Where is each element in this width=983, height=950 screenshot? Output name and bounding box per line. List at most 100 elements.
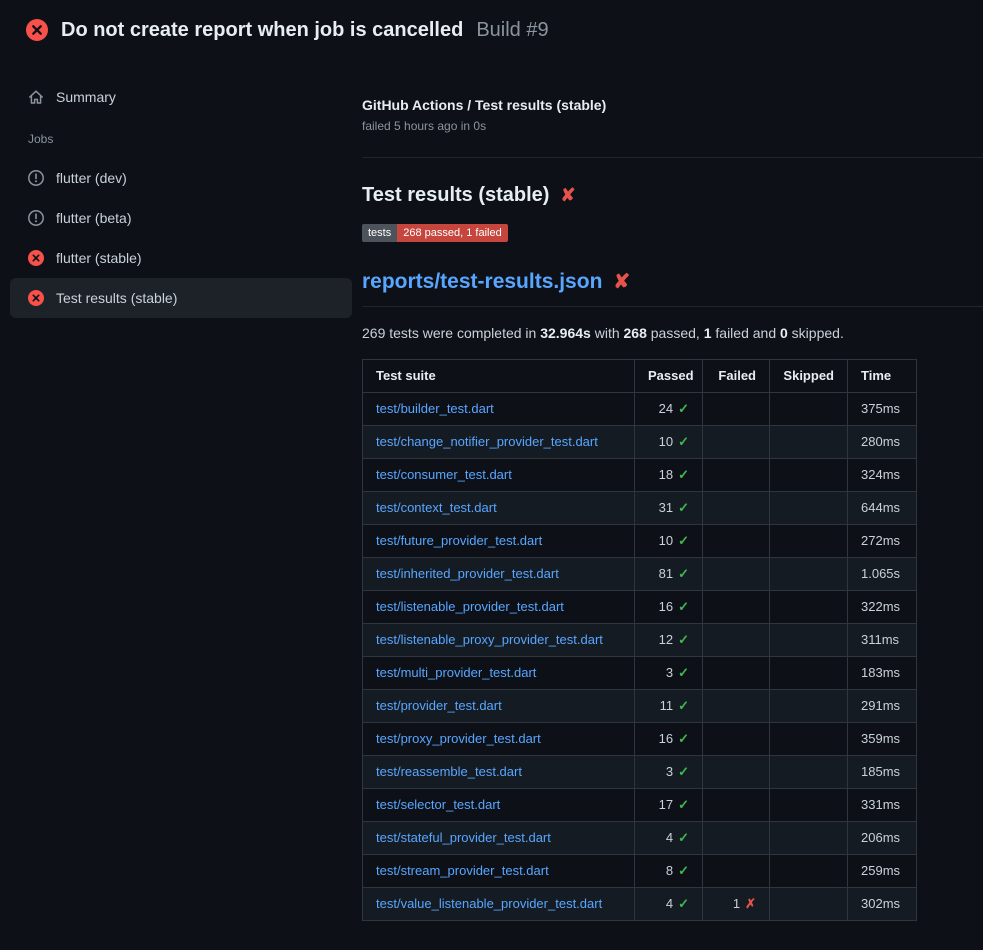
test-suite-link[interactable]: test/context_test.dart <box>376 500 497 515</box>
failed-cell <box>703 426 770 459</box>
section-heading: Test results (stable) ✘ <box>362 182 983 208</box>
passed-count: 4 <box>666 830 673 845</box>
passed-count: 3 <box>666 764 673 779</box>
test-suite-link[interactable]: test/value_listenable_provider_test.dart <box>376 896 602 911</box>
failed-cell <box>703 393 770 426</box>
sidebar-job-test-results-stable[interactable]: Test results (stable) <box>10 278 352 318</box>
test-suite-link[interactable]: test/proxy_provider_test.dart <box>376 731 541 746</box>
check-icon: ✓ <box>678 467 689 482</box>
skipped-cell <box>770 459 848 492</box>
summary-text: failed and <box>712 325 781 341</box>
test-suite-link[interactable]: test/reassemble_test.dart <box>376 764 522 779</box>
sidebar-job-flutter-stable[interactable]: flutter (stable) <box>10 238 352 278</box>
suite-cell: test/change_notifier_provider_test.dart <box>363 426 635 459</box>
test-suite-link[interactable]: test/listenable_proxy_provider_test.dart <box>376 632 603 647</box>
summary-sentence: 269 tests were completed in 32.964s with… <box>362 323 983 343</box>
time-cell: 375ms <box>848 393 917 426</box>
table-row: test/inherited_provider_test.dart81✓1.06… <box>363 558 917 591</box>
passed-cell: 3✓ <box>635 657 703 690</box>
sidebar-item-summary[interactable]: Summary <box>10 78 352 116</box>
time-cell: 359ms <box>848 723 917 756</box>
page-layout: Summary Jobs flutter (dev)flutter (beta)… <box>0 60 983 921</box>
test-suite-link[interactable]: test/stateful_provider_test.dart <box>376 830 551 845</box>
failed-cell <box>703 723 770 756</box>
check-icon: ✓ <box>678 731 689 746</box>
sidebar-job-flutter-dev[interactable]: flutter (dev) <box>10 158 352 198</box>
test-suite-link[interactable]: test/selector_test.dart <box>376 797 500 812</box>
failed-status-icon <box>26 19 48 41</box>
time-cell: 324ms <box>848 459 917 492</box>
failed-cell <box>703 459 770 492</box>
failed-cell <box>703 756 770 789</box>
passed-cell: 10✓ <box>635 525 703 558</box>
test-suite-link[interactable]: test/future_provider_test.dart <box>376 533 542 548</box>
skipped-cell <box>770 888 848 921</box>
passed-cell: 12✓ <box>635 624 703 657</box>
summary-label: Summary <box>56 89 116 105</box>
failed-cell: 1✗ <box>703 888 770 921</box>
passed-count: 11 <box>660 698 674 713</box>
passed-cell: 17✓ <box>635 789 703 822</box>
skipped-cell <box>770 426 848 459</box>
test-suite-link[interactable]: test/multi_provider_test.dart <box>376 665 536 680</box>
suite-cell: test/value_listenable_provider_test.dart <box>363 888 635 921</box>
suite-cell: test/consumer_test.dart <box>363 459 635 492</box>
check-icon: ✓ <box>678 797 689 812</box>
time-cell: 1.065s <box>848 558 917 591</box>
check-icon: ✓ <box>678 434 689 449</box>
table-row: test/stream_provider_test.dart8✓259ms <box>363 855 917 888</box>
suite-cell: test/reassemble_test.dart <box>363 756 635 789</box>
time-cell: 322ms <box>848 591 917 624</box>
time-cell: 206ms <box>848 822 917 855</box>
status-failed-icon <box>28 250 44 266</box>
test-table-body: test/builder_test.dart 24✓ 375ms test/chang… <box>363 393 917 921</box>
run-title: Do not create report when job is cancell… <box>61 19 463 42</box>
check-icon: ✓ <box>678 401 689 416</box>
passed-count: 4 <box>666 896 673 911</box>
suite-cell: test/listenable_provider_test.dart <box>363 591 635 624</box>
test-suite-link[interactable]: test/change_notifier_provider_test.dart <box>376 434 598 449</box>
suite-cell: test/stateful_provider_test.dart <box>363 822 635 855</box>
build-number: Build #9 <box>476 19 548 42</box>
test-suite-link[interactable]: test/builder_test.dart <box>376 401 494 416</box>
test-suite-link[interactable]: test/listenable_provider_test.dart <box>376 599 564 614</box>
report-file-link[interactable]: reports/test-results.json <box>362 268 602 296</box>
job-label: flutter (dev) <box>56 170 127 186</box>
skipped-cell <box>770 624 848 657</box>
failed-cell <box>703 591 770 624</box>
failed-cell <box>703 822 770 855</box>
skipped-cell <box>770 657 848 690</box>
status-cancelled-icon <box>28 210 44 226</box>
skipped-cell <box>770 756 848 789</box>
time-cell: 280ms <box>848 426 917 459</box>
time-cell: 644ms <box>848 492 917 525</box>
suite-cell: test/inherited_provider_test.dart <box>363 558 635 591</box>
passed-count: 81 <box>659 566 673 581</box>
passed-cell: 24✓ <box>635 393 703 426</box>
time-cell: 272ms <box>848 525 917 558</box>
passed-count: 12 <box>659 632 673 647</box>
skipped-cell <box>770 492 848 525</box>
header-divider <box>362 157 983 158</box>
skipped-cell <box>770 591 848 624</box>
test-suite-link[interactable]: test/stream_provider_test.dart <box>376 863 549 878</box>
test-results-table: Test suitePassedFailedSkippedTime test/b… <box>362 359 917 921</box>
skipped-cell <box>770 789 848 822</box>
suite-cell: test/multi_provider_test.dart <box>363 657 635 690</box>
failed-cell <box>703 690 770 723</box>
check-icon: ✓ <box>678 599 689 614</box>
passed-count: 10 <box>659 434 673 449</box>
sidebar-job-flutter-beta[interactable]: flutter (beta) <box>10 198 352 238</box>
summary-text: passed, <box>647 325 704 341</box>
test-suite-link[interactable]: test/consumer_test.dart <box>376 467 512 482</box>
check-icon: ✓ <box>678 764 689 779</box>
table-row: test/listenable_proxy_provider_test.dart… <box>363 624 917 657</box>
status-failed-icon <box>28 290 44 306</box>
job-label: flutter (stable) <box>56 250 142 266</box>
failed-cell <box>703 855 770 888</box>
test-suite-link[interactable]: test/inherited_provider_test.dart <box>376 566 559 581</box>
suite-cell: test/future_provider_test.dart <box>363 525 635 558</box>
passed-cell: 18✓ <box>635 459 703 492</box>
test-suite-link[interactable]: test/provider_test.dart <box>376 698 502 713</box>
passed-count: 3 <box>666 665 673 680</box>
